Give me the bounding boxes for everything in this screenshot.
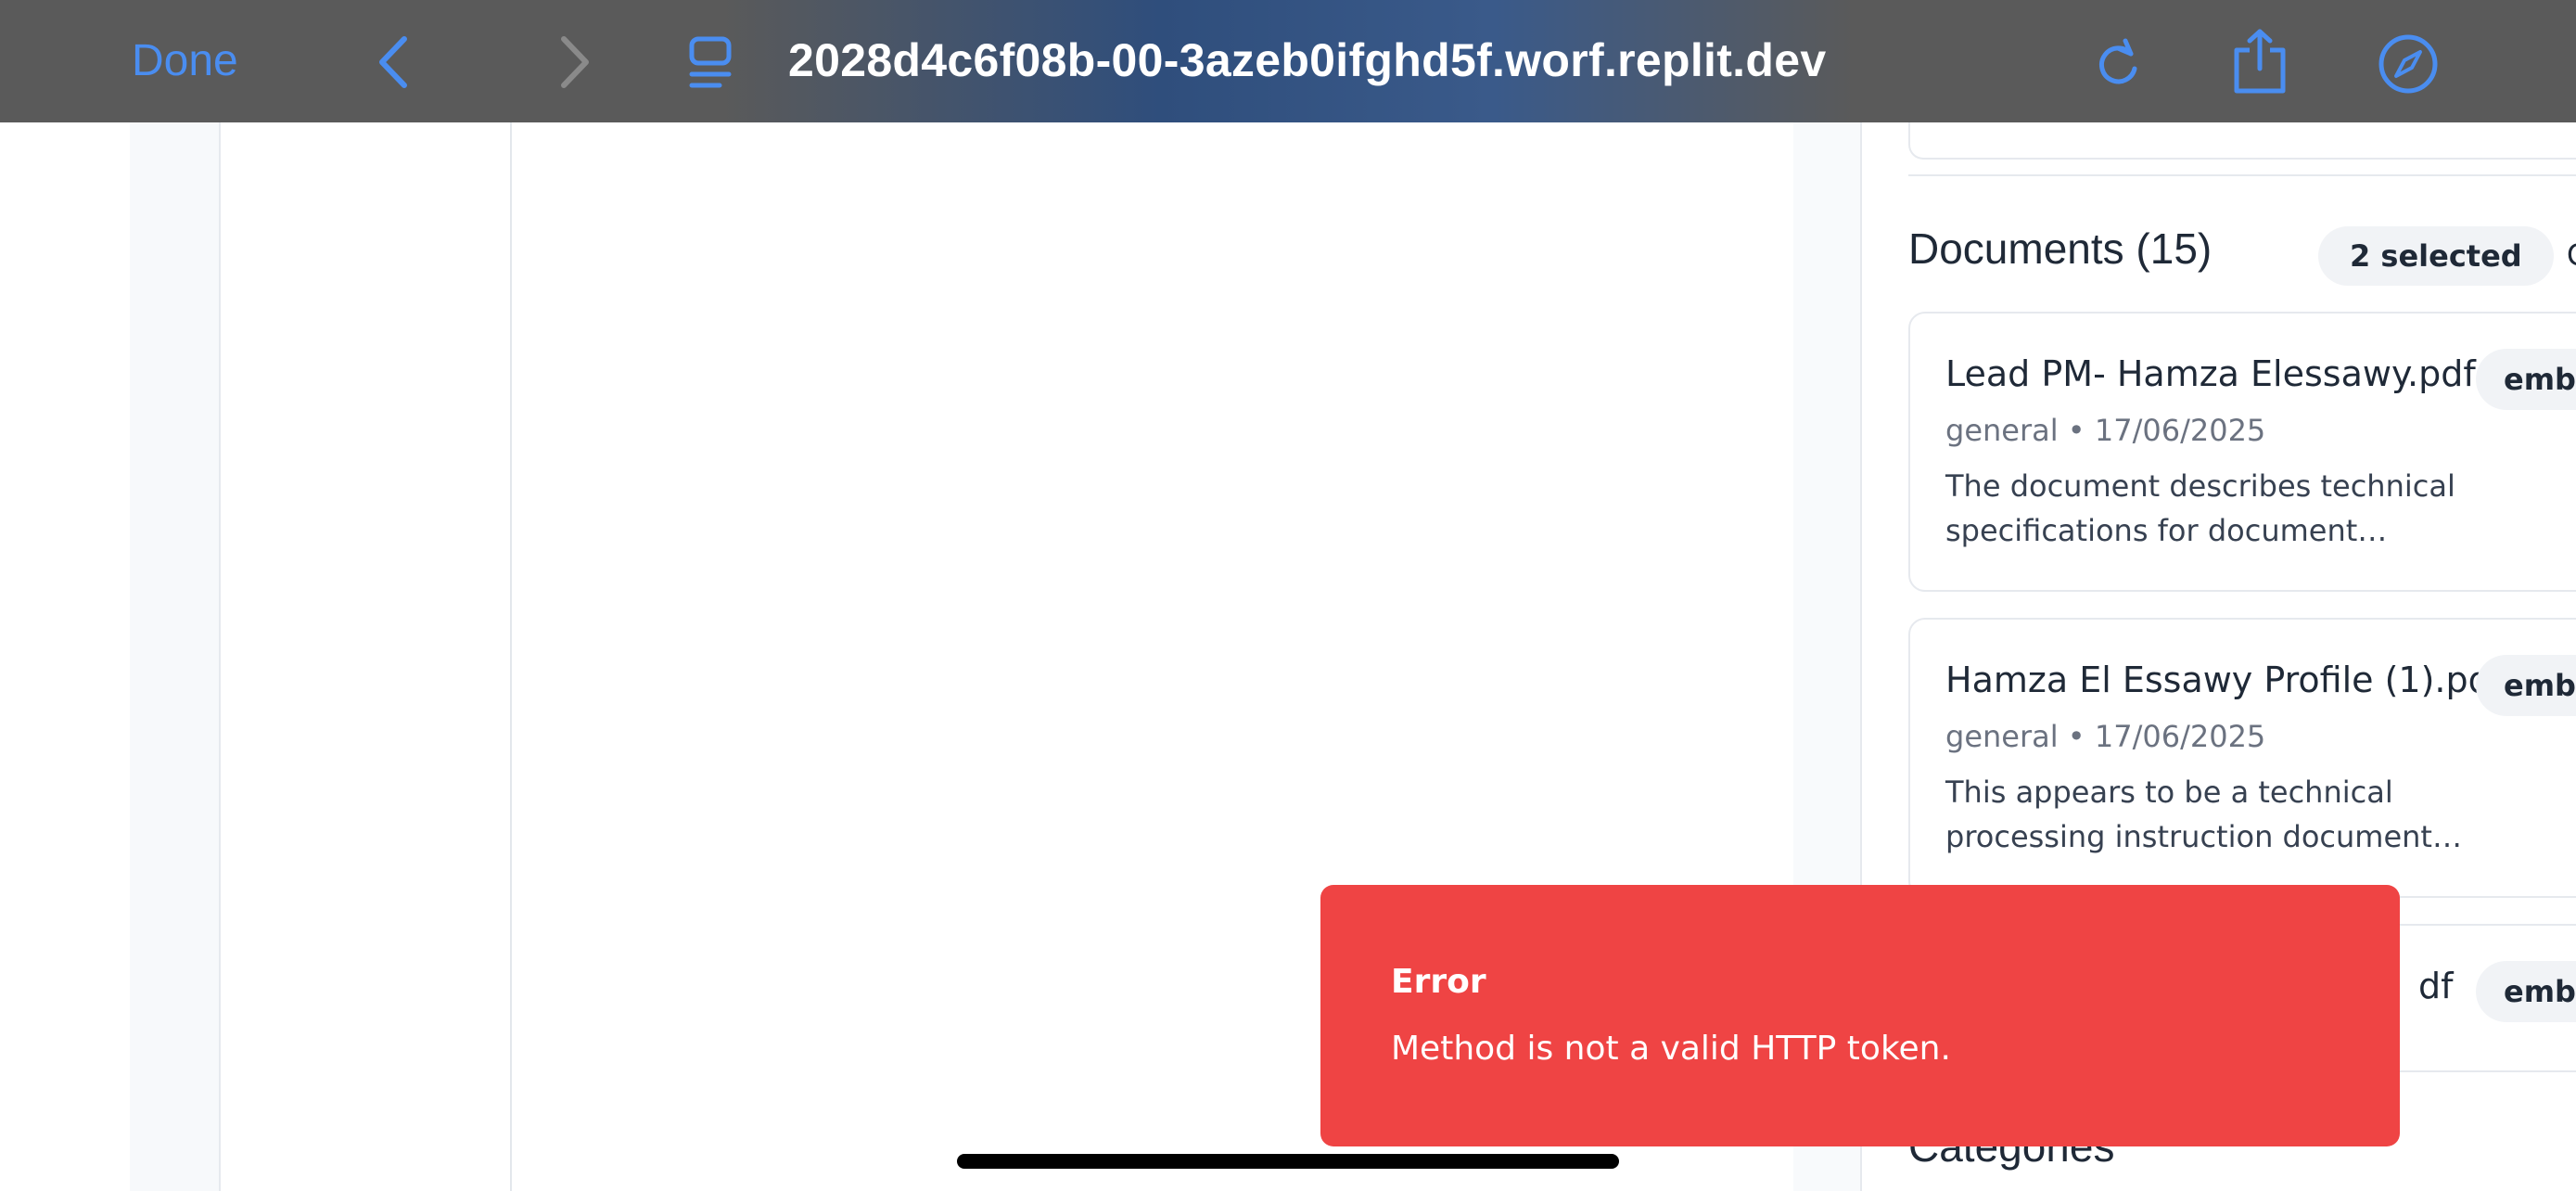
document-description: This appears to be a technical processin…	[1945, 775, 2462, 854]
document-meta: general • 17/06/2025	[1945, 413, 2266, 448]
share-icon[interactable]	[2233, 28, 2287, 95]
error-toast[interactable]: Error Method is not a valid HTTP token.	[1320, 885, 2400, 1146]
reload-icon[interactable]	[2094, 37, 2142, 89]
documents-heading: Documents (15)	[1908, 224, 2213, 273]
embedding-status-badge: embe	[2476, 655, 2576, 716]
toast-title: Error	[1391, 963, 1486, 1001]
document-name: df	[2418, 966, 2454, 1006]
done-button[interactable]: Done	[132, 33, 238, 89]
forward-chevron-icon[interactable]	[555, 33, 595, 91]
document-name: Hamza El Essawy Profile (1).pdf	[1945, 660, 2504, 700]
side-rail	[130, 122, 221, 1191]
document-name: Lead PM- Hamza Elessawy.pdf	[1945, 353, 2476, 394]
document-meta: general • 17/06/2025	[1945, 719, 2266, 754]
toast-message: Method is not a valid HTTP token.	[1391, 1030, 1951, 1068]
page-margin	[0, 122, 130, 1191]
embedding-status-badge: embe	[2476, 961, 2576, 1022]
address-bar[interactable]: 2028d4c6f08b-00-3azeb0ifghd5f.worf.repli…	[788, 32, 1826, 89]
back-chevron-icon[interactable]	[373, 33, 414, 91]
reader-icon[interactable]	[688, 35, 734, 91]
selected-count-badge: 2 selected	[2318, 226, 2554, 286]
embedding-status-badge: embe	[2476, 349, 2576, 410]
home-indicator[interactable]	[957, 1154, 1619, 1169]
clipped-action-button[interactable]: C	[2567, 232, 2576, 278]
document-description: The document describes technical specifi…	[1945, 468, 2455, 548]
document-card[interactable]: Lead PM- Hamza Elessawy.pdf general • 17…	[1908, 312, 2576, 592]
compass-icon[interactable]	[2378, 33, 2439, 95]
section-divider	[1908, 174, 2576, 176]
browser-toolbar: Done 2028d4c6f08b-00-3azeb0ifghd5f.worf.…	[0, 0, 2576, 122]
document-card[interactable]: Hamza El Essawy Profile (1).pdf general …	[1908, 618, 2576, 898]
